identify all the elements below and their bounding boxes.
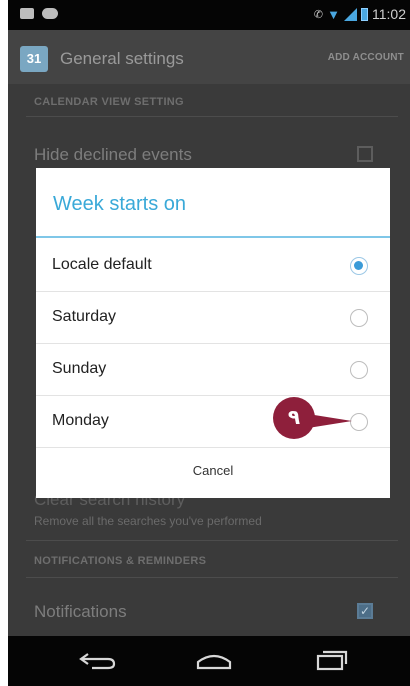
home-icon[interactable] bbox=[194, 648, 234, 672]
add-account-button[interactable]: ADD ACCOUNT bbox=[328, 52, 404, 63]
page-title: General settings bbox=[60, 49, 184, 68]
cancel-button[interactable]: Cancel bbox=[36, 453, 390, 498]
mail-icon bbox=[20, 8, 34, 19]
option-sunday[interactable]: Sunday bbox=[36, 344, 390, 396]
radio-button[interactable] bbox=[350, 361, 368, 379]
hide-declined-checkbox[interactable] bbox=[357, 146, 373, 162]
option-locale-default[interactable]: Locale default bbox=[36, 240, 390, 292]
option-label: Monday bbox=[52, 412, 109, 429]
option-divider bbox=[36, 447, 390, 448]
option-label: Locale default bbox=[52, 256, 152, 273]
status-right: ✆ ▼ 11:02 bbox=[314, 6, 406, 22]
wifi-icon: ▼ bbox=[327, 6, 340, 22]
option-label: Sunday bbox=[52, 360, 107, 377]
phone-screen: ✆ ▼ 11:02 31 General settings ADD ACCOUN… bbox=[8, 0, 410, 686]
vibrate-icon: ✆ bbox=[313, 8, 324, 21]
radio-button-selected[interactable] bbox=[350, 257, 368, 275]
voicemail-icon bbox=[42, 8, 58, 19]
notifications-label[interactable]: Notifications bbox=[34, 602, 127, 622]
notification-icons bbox=[20, 8, 58, 19]
battery-icon bbox=[361, 7, 368, 21]
radio-button[interactable] bbox=[350, 309, 368, 327]
section-header-calendar-view: CALENDAR VIEW SETTING bbox=[34, 96, 184, 108]
section-header-notifications: NOTIFICATIONS & REMINDERS bbox=[34, 555, 207, 567]
divider bbox=[26, 116, 398, 117]
action-bar: 31 General settings ADD ACCOUNT bbox=[8, 30, 410, 86]
divider bbox=[26, 577, 398, 578]
option-saturday[interactable]: Saturday bbox=[36, 292, 390, 344]
step-marker: ٩ bbox=[273, 397, 315, 439]
back-icon[interactable] bbox=[78, 648, 118, 672]
divider bbox=[26, 540, 398, 541]
calendar-app-icon[interactable]: 31 bbox=[20, 46, 48, 72]
signal-icon bbox=[344, 7, 357, 21]
recent-apps-icon[interactable] bbox=[314, 648, 350, 672]
week-starts-dialog: Week starts on Locale default Saturday S… bbox=[36, 168, 390, 498]
status-time: 11:02 bbox=[372, 6, 406, 22]
navigation-bar bbox=[8, 636, 410, 686]
dialog-title-divider bbox=[36, 236, 390, 238]
radio-button[interactable] bbox=[350, 413, 368, 431]
clear-search-sub: Remove all the searches you've performed bbox=[34, 514, 262, 528]
hide-declined-label[interactable]: Hide declined events bbox=[34, 145, 192, 165]
option-label: Saturday bbox=[52, 308, 117, 325]
notifications-checkbox[interactable]: ✓ bbox=[357, 603, 373, 619]
status-bar: ✆ ▼ 11:02 bbox=[8, 0, 410, 30]
dialog-title: Week starts on bbox=[53, 193, 187, 215]
